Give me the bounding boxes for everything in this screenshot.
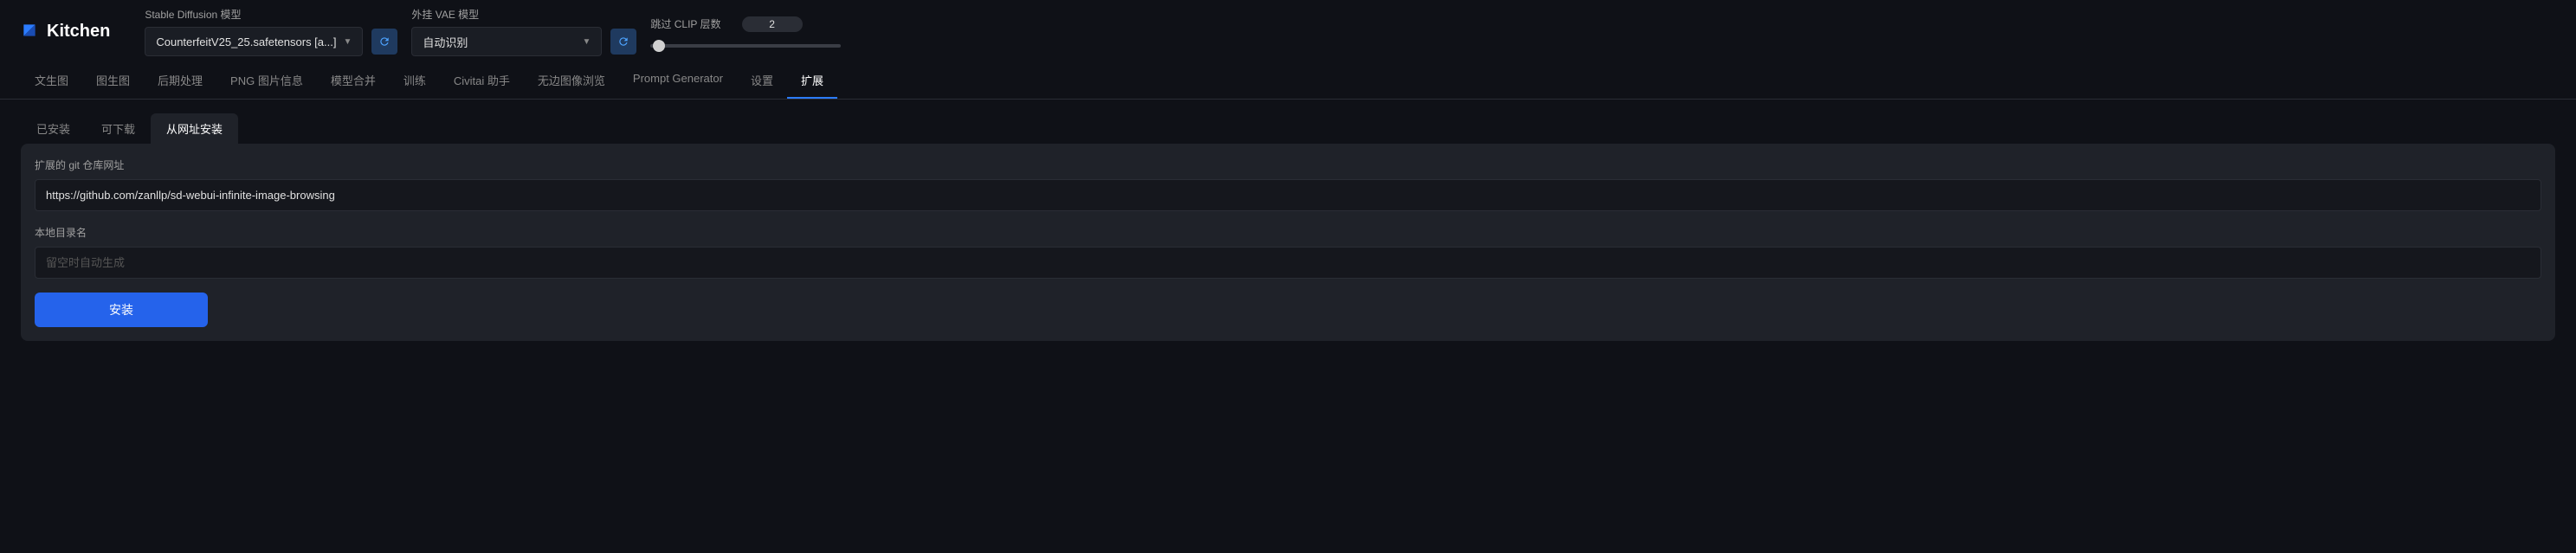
sd-model-label: Stable Diffusion 模型	[145, 7, 397, 22]
refresh-icon	[617, 35, 629, 48]
tab-postprocess[interactable]: 后期处理	[144, 63, 216, 99]
git-url-label: 扩展的 git 仓库网址	[35, 158, 2541, 172]
chevron-down-icon: ▼	[343, 37, 352, 47]
vae-model-group: 外挂 VAE 模型 自动识别 ▼	[411, 7, 636, 56]
tab-png-info[interactable]: PNG 图片信息	[216, 63, 317, 99]
clip-skip-slider[interactable]	[650, 44, 841, 48]
subtab-install-from-url[interactable]: 从网址安装	[151, 113, 238, 144]
tab-image-browser[interactable]: 无边图像浏览	[524, 63, 619, 99]
clip-skip-value: 2	[742, 16, 803, 32]
tab-train[interactable]: 训练	[390, 63, 440, 99]
vae-model-dropdown[interactable]: 自动识别 ▼	[411, 27, 602, 56]
sd-model-dropdown[interactable]: CounterfeitV25_25.safetensors [a...] ▼	[145, 27, 363, 56]
main-tabs: 文生图 图生图 后期处理 PNG 图片信息 模型合并 训练 Civitai 助手…	[0, 63, 2576, 100]
logo-group: Kitchen	[21, 22, 110, 42]
tab-img2img[interactable]: 图生图	[82, 63, 144, 99]
extensions-sub-tabs: 已安装 可下载 从网址安装	[21, 113, 2555, 144]
extensions-panel: 已安装 可下载 从网址安装 扩展的 git 仓库网址 本地目录名 安装	[0, 100, 2576, 355]
git-url-input[interactable]	[35, 179, 2541, 211]
local-dir-label: 本地目录名	[35, 225, 2541, 240]
vae-model-label: 外挂 VAE 模型	[411, 7, 636, 22]
tab-prompt-generator[interactable]: Prompt Generator	[619, 63, 737, 99]
tab-settings[interactable]: 设置	[737, 63, 787, 99]
clip-skip-group: 跳过 CLIP 层数 2	[650, 16, 841, 48]
app-logo-icon	[21, 22, 38, 42]
tab-civitai-helper[interactable]: Civitai 助手	[440, 63, 524, 99]
refresh-icon	[378, 35, 391, 48]
subtab-installed[interactable]: 已安装	[21, 113, 86, 144]
vae-model-value: 自动识别	[423, 34, 468, 50]
sd-model-group: Stable Diffusion 模型 CounterfeitV25_25.sa…	[145, 7, 397, 56]
sd-model-value: CounterfeitV25_25.safetensors [a...]	[156, 35, 336, 48]
tab-extensions[interactable]: 扩展	[787, 63, 837, 99]
tab-checkpoint-merge[interactable]: 模型合并	[317, 63, 390, 99]
install-form: 扩展的 git 仓库网址 本地目录名 安装	[21, 144, 2555, 341]
sd-model-refresh-button[interactable]	[371, 29, 397, 55]
tab-txt2img[interactable]: 文生图	[21, 63, 82, 99]
slider-thumb[interactable]	[653, 40, 665, 52]
app-name: Kitchen	[47, 22, 110, 42]
vae-model-refresh-button[interactable]	[610, 29, 636, 55]
chevron-down-icon: ▼	[582, 37, 591, 47]
install-button[interactable]: 安装	[35, 293, 208, 327]
clip-skip-label: 跳过 CLIP 层数	[650, 16, 720, 31]
subtab-available[interactable]: 可下载	[86, 113, 151, 144]
header-bar: Kitchen Stable Diffusion 模型 CounterfeitV…	[0, 0, 2576, 63]
local-dir-input[interactable]	[35, 247, 2541, 279]
